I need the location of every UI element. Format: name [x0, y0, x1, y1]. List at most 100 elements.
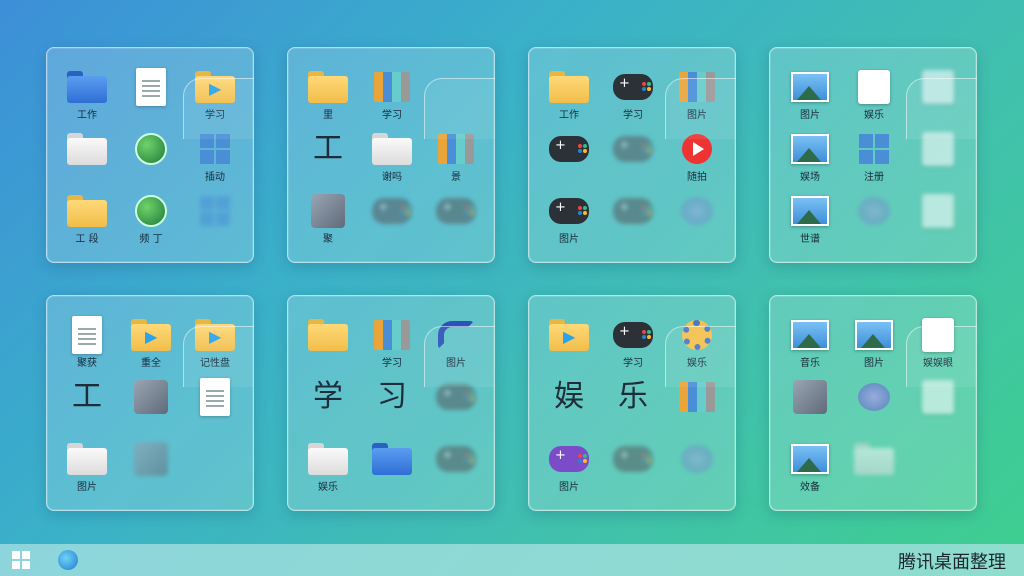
desktop-shortcut[interactable]: 工 — [296, 130, 360, 192]
desktop-shortcut[interactable] — [842, 378, 906, 440]
desktop-shortcut[interactable]: 学习 — [601, 68, 665, 130]
desktop-shortcut[interactable]: 插动 — [183, 130, 247, 192]
desktop-shortcut[interactable]: 乐 — [601, 378, 665, 440]
desktop-shortcut[interactable]: 图片 — [778, 68, 842, 130]
fence-3[interactable]: 工作学习图片随拍图片 — [528, 47, 736, 263]
desktop-shortcut — [424, 68, 488, 130]
desktop-shortcut[interactable] — [842, 440, 906, 502]
desktop-shortcut[interactable]: 娱乐 — [296, 440, 360, 502]
desktop-shortcut[interactable]: 学 — [296, 378, 360, 440]
fence-7[interactable]: ▶学习娱乐娱乐图片 — [528, 295, 736, 511]
desktop-shortcut — [183, 440, 247, 502]
shortcut-label: 娱娱眼 — [923, 358, 953, 369]
desktop-shortcut[interactable] — [601, 192, 665, 254]
windows-start-icon[interactable] — [12, 551, 30, 569]
desktop-shortcut[interactable] — [119, 68, 183, 130]
desktop-shortcut[interactable]: 娱场 — [778, 130, 842, 192]
settings-folder-icon — [676, 316, 718, 354]
desktop-shortcut[interactable]: 图片 — [424, 316, 488, 378]
desktop-shortcut[interactable]: 学习 — [360, 316, 424, 378]
desktop-shortcut[interactable]: 景 — [424, 130, 488, 192]
shortcut-label: 景 — [451, 172, 461, 183]
desktop-shortcut[interactable] — [537, 130, 601, 192]
browser-icon[interactable] — [58, 550, 78, 570]
desktop-shortcut[interactable]: 工 — [55, 378, 119, 440]
shortcut-label: 效备 — [800, 482, 820, 493]
shortcut-label: 工 段 — [75, 234, 99, 245]
desktop-shortcut[interactable]: 谢吗 — [360, 130, 424, 192]
fence-6[interactable]: 学习图片学习娱乐 — [287, 295, 495, 511]
desktop-shortcut[interactable]: 随拍 — [665, 130, 729, 192]
desktop-shortcut[interactable] — [424, 378, 488, 440]
fence-tiles: 工作 ▶ 学习 插动工 段 频 丁 — [55, 68, 247, 254]
desktop-shortcut[interactable] — [665, 192, 729, 254]
desktop-shortcut[interactable]: 世谱 — [778, 192, 842, 254]
desktop-shortcut[interactable]: 频 丁 — [119, 192, 183, 254]
glyph-text: 工 — [313, 131, 343, 166]
desktop-shortcut[interactable]: 图片 — [842, 316, 906, 378]
desktop-shortcut[interactable] — [55, 130, 119, 192]
desktop-shortcut[interactable]: 图片 — [665, 68, 729, 130]
shortcut-label: 世谱 — [800, 234, 820, 245]
desktop-shortcut[interactable] — [906, 192, 970, 254]
desktop-shortcut[interactable] — [424, 440, 488, 502]
desktop-shortcut[interactable] — [119, 378, 183, 440]
desktop-shortcut[interactable]: 娱 — [537, 378, 601, 440]
desktop-shortcut[interactable] — [424, 192, 488, 254]
desktop-shortcut[interactable]: 工作 — [55, 68, 119, 130]
desktop-shortcut[interactable]: 工作 — [537, 68, 601, 130]
desktop-shortcut[interactable] — [183, 378, 247, 440]
fence-5[interactable]: 聚获 ▶ 重全 ▶ 记性盘工图片 — [46, 295, 254, 511]
desktop-shortcut[interactable] — [119, 130, 183, 192]
gamepad-icon — [548, 130, 590, 168]
desktop-shortcut[interactable]: 娱乐 — [842, 68, 906, 130]
work-icon: 工 — [66, 378, 108, 416]
desktop-shortcut[interactable] — [601, 440, 665, 502]
desktop-shortcut[interactable]: ▶ 记性盘 — [183, 316, 247, 378]
desktop-shortcut[interactable]: 工 段 — [55, 192, 119, 254]
blurred-gamepad-icon — [371, 192, 413, 230]
desktop-shortcut[interactable]: 学习 — [601, 316, 665, 378]
desktop-shortcut[interactable] — [360, 440, 424, 502]
desktop-shortcut[interactable] — [906, 378, 970, 440]
desktop-shortcut[interactable]: 聚获 — [55, 316, 119, 378]
fence-4[interactable]: 图片 娱乐 娱场 注册世谱 — [769, 47, 977, 263]
glyph-text: 乐 — [618, 379, 648, 414]
desktop-shortcut[interactable]: 聚 — [296, 192, 360, 254]
photo-folder-icon — [853, 316, 895, 354]
desktop-shortcut[interactable] — [778, 378, 842, 440]
desktop-shortcut[interactable]: 注册 — [842, 130, 906, 192]
fence-1[interactable]: 工作 ▶ 学习 插动工 段 频 丁 — [46, 47, 254, 263]
desktop-shortcut[interactable] — [906, 130, 970, 192]
desktop-shortcut[interactable]: 娱娱眼 — [906, 316, 970, 378]
clock-icon — [130, 130, 172, 168]
fence-2[interactable]: 里 学习工谢吗 景聚 — [287, 47, 495, 263]
shortcut-label: 学习 — [382, 358, 402, 369]
desktop-shortcut[interactable] — [183, 192, 247, 254]
desktop-shortcut[interactable]: ▶ — [537, 316, 601, 378]
desktop-shortcut[interactable] — [296, 316, 360, 378]
desktop-shortcut[interactable]: ▶ 重全 — [119, 316, 183, 378]
desktop-shortcut[interactable]: 娱乐 — [665, 316, 729, 378]
desktop-shortcut[interactable]: 图片 — [537, 192, 601, 254]
desktop-shortcut[interactable]: 效备 — [778, 440, 842, 502]
desktop-shortcut[interactable] — [842, 192, 906, 254]
blurred-bubble-icon — [676, 440, 718, 478]
desktop-shortcut[interactable] — [665, 378, 729, 440]
fence-8[interactable]: 音乐 图片 娱娱眼效备 — [769, 295, 977, 511]
blue-folder-icon — [66, 68, 108, 106]
desktop-shortcut[interactable]: 里 — [296, 68, 360, 130]
desktop-shortcut[interactable]: 图片 — [537, 440, 601, 502]
glyph-text: 习 — [377, 379, 407, 414]
desktop-shortcut[interactable]: ▶ 学习 — [183, 68, 247, 130]
shortcut-label: 学习 — [623, 110, 643, 121]
desktop-shortcut[interactable]: 习 — [360, 378, 424, 440]
desktop-shortcut[interactable] — [906, 68, 970, 130]
desktop-shortcut[interactable]: 音乐 — [778, 316, 842, 378]
desktop-shortcut[interactable] — [665, 440, 729, 502]
desktop-shortcut[interactable]: 图片 — [55, 440, 119, 502]
desktop-shortcut[interactable]: 学习 — [360, 68, 424, 130]
desktop-shortcut[interactable] — [119, 440, 183, 502]
desktop-shortcut[interactable] — [360, 192, 424, 254]
desktop-shortcut[interactable] — [601, 130, 665, 192]
